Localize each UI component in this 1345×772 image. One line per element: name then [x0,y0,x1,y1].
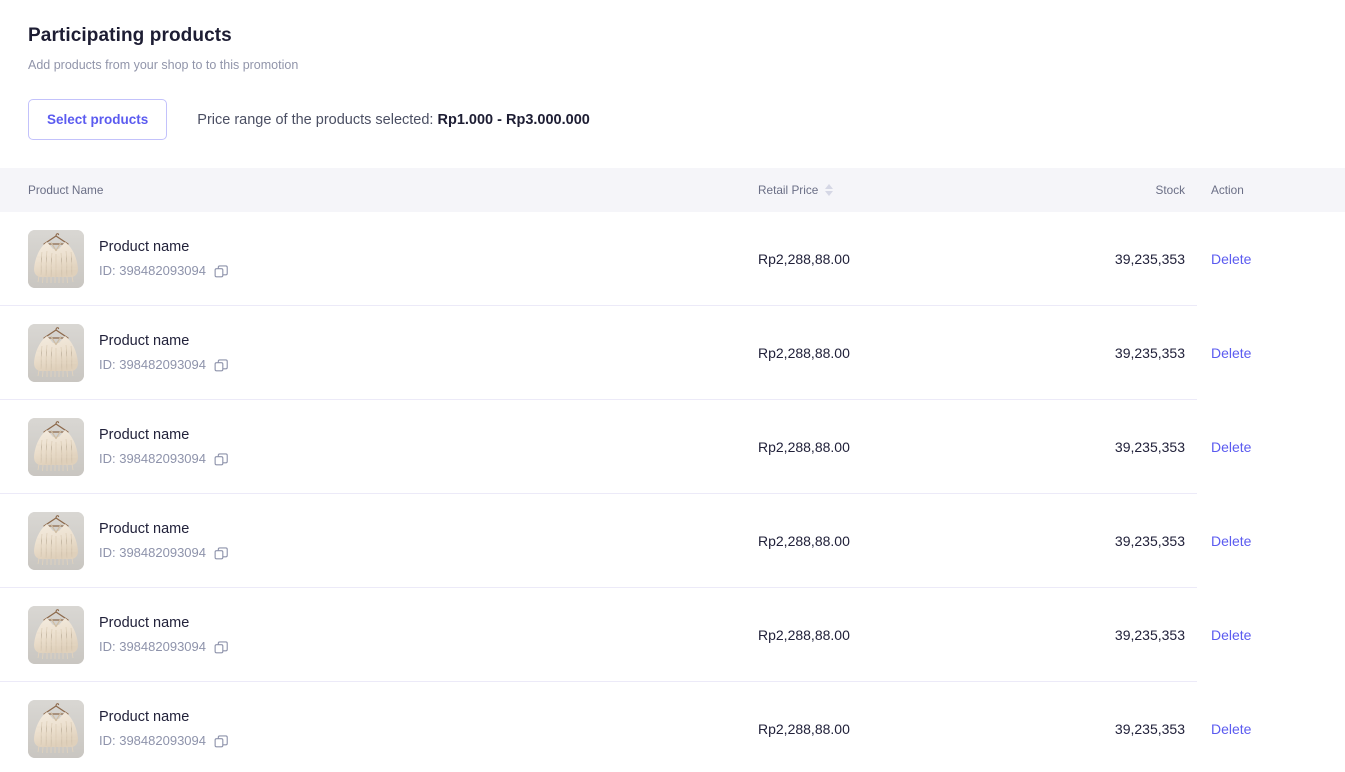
product-name: Product name [99,615,190,632]
product-cell: Product name ID: 398482093094 [28,323,758,382]
action-cell: Delete [1185,439,1325,455]
stock-cell: 39,235,353 [1114,626,1185,643]
action-cell: Delete [1185,721,1325,737]
copy-icon[interactable] [214,264,229,279]
product-name: Product name [99,333,190,350]
stock-cell: 39,235,353 [1114,250,1185,267]
product-cell: Product name ID: 398482093094 [28,229,758,288]
product-cell: Product name ID: 398482093094 [28,511,758,570]
product-id-line: ID: 398482093094 [99,357,229,373]
table-row[interactable]: Product name ID: 398482093094 Rp2,288,88… [0,588,1251,683]
page-title: Participating products [28,25,232,46]
price-range-value: Rp1.000 - Rp3.000.000 [437,111,590,128]
price-range-label: Price range of the products selected: [197,111,434,128]
retail-price-cell: Rp2,288,88.00 [758,344,850,361]
column-header-retail-price-label: Retail Price [758,183,819,198]
product-cell: Product name ID: 398482093094 [28,417,758,476]
column-header-retail-price[interactable]: Retail Price [758,183,1063,197]
product-id-line: ID: 398482093094 [99,451,229,467]
table-row[interactable]: Product name ID: 398482093094 Rp2,288,88… [0,212,1251,307]
action-cell: Delete [1185,345,1325,361]
delete-link[interactable]: Delete [1211,345,1251,361]
product-meta: Product name ID: 398482093094 [99,614,229,655]
select-products-button[interactable]: Select products [28,99,168,141]
table-row[interactable]: Product name ID: 398482093094 Rp2,288,88… [0,400,1251,495]
product-meta: Product name ID: 398482093094 [99,708,229,749]
table-body: Product name ID: 398482093094 Rp2,288,88… [0,212,1345,772]
product-thumbnail [28,699,84,758]
product-meta: Product name ID: 398482093094 [99,426,229,467]
products-table: Product Name Retail Price Stock Action P… [0,168,1345,772]
product-id-label: ID: 398482093094 [99,639,206,655]
table-header-row: Product Name Retail Price Stock Action [0,168,1345,213]
stock-cell: 39,235,353 [1114,344,1185,361]
toolbar: Select products Price range of the produ… [0,99,1345,141]
product-thumbnail [28,605,84,664]
copy-icon[interactable] [214,546,229,561]
sort-ascending-descending-icon[interactable] [825,184,834,197]
action-cell: Delete [1185,627,1325,643]
product-thumbnail [28,511,84,570]
column-header-action: Action [1185,183,1325,197]
product-name: Product name [99,239,190,256]
product-id-label: ID: 398482093094 [99,263,206,279]
product-meta: Product name ID: 398482093094 [99,332,229,373]
retail-price-cell: Rp2,288,88.00 [758,720,850,737]
product-thumbnail [28,229,84,288]
retail-price-cell: Rp2,288,88.00 [758,626,850,643]
product-id-label: ID: 398482093094 [99,733,206,749]
retail-price-cell: Rp2,288,88.00 [758,532,850,549]
retail-price-cell: Rp2,288,88.00 [758,438,850,455]
page-header: Participating products Add products from… [0,0,1345,73]
product-thumbnail [28,323,84,382]
copy-icon[interactable] [214,358,229,373]
delete-link[interactable]: Delete [1211,251,1251,267]
column-header-action-label: Action [1211,183,1244,198]
product-id-label: ID: 398482093094 [99,451,206,467]
product-cell: Product name ID: 398482093094 [28,605,758,664]
stock-cell: 39,235,353 [1114,532,1185,549]
product-id-label: ID: 398482093094 [99,545,206,561]
participating-products-page: Participating products Add products from… [0,0,1345,772]
action-cell: Delete [1185,251,1325,267]
product-id-label: ID: 398482093094 [99,357,206,373]
copy-icon[interactable] [214,452,229,467]
product-cell: Product name ID: 398482093094 [28,699,758,758]
delete-link[interactable]: Delete [1211,721,1251,737]
copy-icon[interactable] [214,640,229,655]
stock-cell: 39,235,353 [1114,438,1185,455]
column-header-stock: Stock [1063,183,1185,197]
column-header-stock-label: Stock [1155,183,1185,198]
product-id-line: ID: 398482093094 [99,639,229,655]
product-meta: Product name ID: 398482093094 [99,520,229,561]
delete-link[interactable]: Delete [1211,627,1251,643]
product-id-line: ID: 398482093094 [99,263,229,279]
table-row[interactable]: Product name ID: 398482093094 Rp2,288,88… [0,306,1251,401]
page-subtitle: Add products from your shop to to this p… [28,57,299,72]
table-row[interactable]: Product name ID: 398482093094 Rp2,288,88… [0,494,1251,589]
copy-icon[interactable] [214,734,229,749]
delete-link[interactable]: Delete [1211,439,1251,455]
product-meta: Product name ID: 398482093094 [99,238,229,279]
product-thumbnail [28,417,84,476]
product-id-line: ID: 398482093094 [99,733,229,749]
action-cell: Delete [1185,533,1325,549]
column-header-product-name-label: Product Name [28,183,104,198]
delete-link[interactable]: Delete [1211,533,1251,549]
product-name: Product name [99,709,190,726]
column-header-product-name: Product Name [28,183,758,197]
retail-price-cell: Rp2,288,88.00 [758,250,850,267]
price-range-summary: Price range of the products selected: Rp… [197,112,590,128]
product-name: Product name [99,427,190,444]
table-row[interactable]: Product name ID: 398482093094 Rp2,288,88… [0,682,1251,772]
stock-cell: 39,235,353 [1114,720,1185,737]
product-id-line: ID: 398482093094 [99,545,229,561]
product-name: Product name [99,521,190,538]
